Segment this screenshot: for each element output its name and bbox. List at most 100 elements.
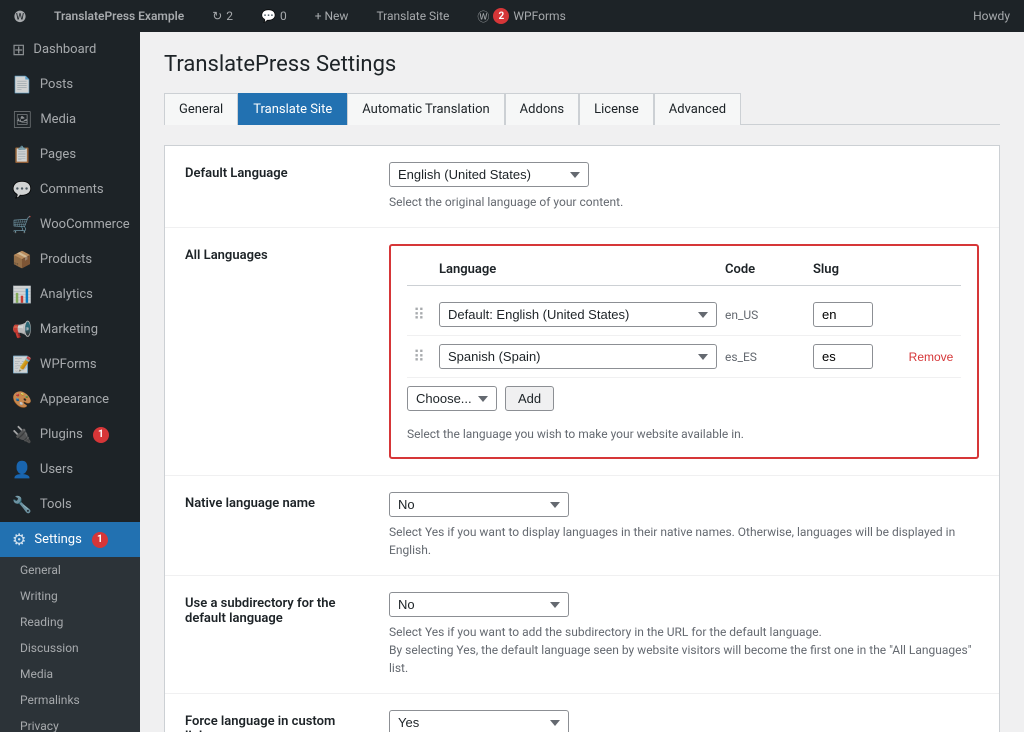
native-language-row: Native language name No Yes Select Yes i… [165,476,999,576]
sidebar-item-label: Appearance [40,392,109,407]
tab-translate-site[interactable]: Translate Site [238,93,347,125]
drag-handle-spanish[interactable]: ⠿ [407,347,431,366]
tab-addons[interactable]: Addons [505,93,579,125]
language-slug-default[interactable] [813,302,873,327]
remove-spanish-button[interactable]: Remove [901,350,961,364]
all-languages-desc: Select the language you wish to make you… [407,427,961,441]
admin-bar-new[interactable]: + New [309,0,355,32]
comments-icon: 💬 [261,9,276,23]
sidebar-item-label: Analytics [40,287,93,302]
tab-advanced[interactable]: Advanced [654,93,741,125]
admin-bar-comments[interactable]: 💬 0 [255,0,293,32]
native-language-select[interactable]: No Yes [389,492,569,517]
sidebar-item-settings[interactable]: ⚙ Settings 1 [0,522,140,557]
sidebar-item-tools[interactable]: 🔧 Tools [0,487,140,522]
force-language-label: Force language in custom links [185,710,365,732]
submenu-media[interactable]: Media [0,661,140,687]
slug-col-header: Slug [813,262,893,277]
settings-icon: ⚙ [12,530,26,549]
plugins-icon: 🔌 [12,425,32,444]
subdirectory-label: Use a subdirectory for the default langu… [185,592,365,626]
sidebar-item-products[interactable]: 📦 Products [0,242,140,277]
submenu-writing[interactable]: Writing [0,583,140,609]
comments-menu-icon: 💬 [12,180,32,199]
comments-count: 0 [280,9,287,23]
force-language-control: Yes No Select Yes if you want to force c… [389,710,979,732]
sidebar-item-analytics[interactable]: 📊 Analytics [0,277,140,312]
subdirectory-select[interactable]: No Yes [389,592,569,617]
tools-icon: 🔧 [12,495,32,514]
sidebar-item-label: WPForms [40,357,97,372]
languages-box: Language Code Slug ⠿ Default: English (U… [389,244,979,459]
tab-license[interactable]: License [579,93,654,125]
force-language-select[interactable]: Yes No [389,710,569,732]
all-languages-label: All Languages [185,244,365,263]
native-language-label: Native language name [185,492,365,511]
sidebar-item-media[interactable]: 🖼 Media [0,102,140,137]
sidebar-item-label: Dashboard [33,42,96,57]
admin-bar-site-name[interactable]: TranslatePress Example [48,0,190,32]
sidebar-item-label: Plugins [40,427,83,442]
sidebar-item-wpforms[interactable]: 📝 WPForms [0,347,140,382]
all-languages-control: Language Code Slug ⠿ Default: English (U… [389,244,979,459]
submenu-privacy[interactable]: Privacy [0,713,140,732]
wpforms-icon: Ⓦ [477,8,489,25]
sidebar-item-label: Marketing [40,322,98,337]
sidebar-item-appearance[interactable]: 🎨 Appearance [0,382,140,417]
force-language-row: Force language in custom links Yes No Se… [165,694,999,732]
sidebar-item-plugins[interactable]: 🔌 Plugins 1 [0,417,140,452]
admin-bar-wordpress-logo[interactable]: 🅦 [8,0,32,32]
sidebar-item-label: Products [40,252,92,267]
add-language-select[interactable]: Choose... [407,386,497,411]
language-col-header: Language [439,262,717,277]
howdy-label: Howdy [973,9,1010,23]
posts-icon: 📄 [12,75,32,94]
admin-bar-howdy[interactable]: Howdy [967,0,1016,32]
default-language-desc: Select the original language of your con… [389,193,979,211]
analytics-icon: 📊 [12,285,32,304]
marketing-icon: 📢 [12,320,32,339]
settings-tabs: General Translate Site Automatic Transla… [164,93,1000,125]
default-language-select[interactable]: English (United States) [389,162,589,187]
sidebar-item-label: Pages [40,147,76,162]
sidebar-item-pages[interactable]: 📋 Pages [0,137,140,172]
language-row-default: ⠿ Default: English (United States) en_US [407,294,961,336]
language-select-spanish[interactable]: Spanish (Spain) [439,344,717,369]
wordpress-icon: 🅦 [14,8,26,25]
add-language-button[interactable]: Add [505,386,554,411]
updates-icon: ↻ [212,9,222,23]
translate-site-label: Translate Site [376,9,449,23]
sidebar-item-label: Posts [40,77,73,92]
submenu-discussion[interactable]: Discussion [0,635,140,661]
language-table-header: Language Code Slug [407,262,961,286]
drag-handle-default[interactable]: ⠿ [407,305,431,324]
language-select-default[interactable]: Default: English (United States) [439,302,717,327]
sidebar-item-comments[interactable]: 💬 Comments [0,172,140,207]
language-code-spanish: es_ES [725,350,805,364]
add-language-row: Choose... Add [407,378,961,419]
pages-icon: 📋 [12,145,32,164]
tab-automatic-translation[interactable]: Automatic Translation [347,93,504,125]
language-code-default: en_US [725,308,805,322]
submenu-reading[interactable]: Reading [0,609,140,635]
settings-badge: 1 [92,532,108,548]
tab-general[interactable]: General [164,93,238,125]
admin-bar-wpforms[interactable]: Ⓦ 2 WPForms [471,0,571,32]
page-title: TranslatePress Settings [164,52,1000,77]
admin-bar: 🅦 TranslatePress Example ↻ 2 💬 0 + New T… [0,0,1024,32]
sidebar-item-woocommerce[interactable]: 🛒 WooCommerce [0,207,140,242]
admin-bar-translate-site[interactable]: Translate Site [370,0,455,32]
sidebar-item-posts[interactable]: 📄 Posts [0,67,140,102]
submenu-general[interactable]: General [0,557,140,583]
wp-sidebar: ⊞ Dashboard 📄 Posts 🖼 Media 📋 Pages 💬 Co… [0,32,140,732]
native-language-desc: Select Yes if you want to display langua… [389,523,979,559]
submenu-permalinks[interactable]: Permalinks [0,687,140,713]
sidebar-item-users[interactable]: 👤 Users [0,452,140,487]
wpforms-label: WPForms [513,9,565,23]
admin-bar-updates[interactable]: ↻ 2 [206,0,239,32]
sidebar-item-dashboard[interactable]: ⊞ Dashboard [0,32,140,67]
sidebar-item-marketing[interactable]: 📢 Marketing [0,312,140,347]
default-language-label: Default Language [185,162,365,181]
language-slug-spanish[interactable] [813,344,873,369]
code-col-header: Code [725,262,805,277]
